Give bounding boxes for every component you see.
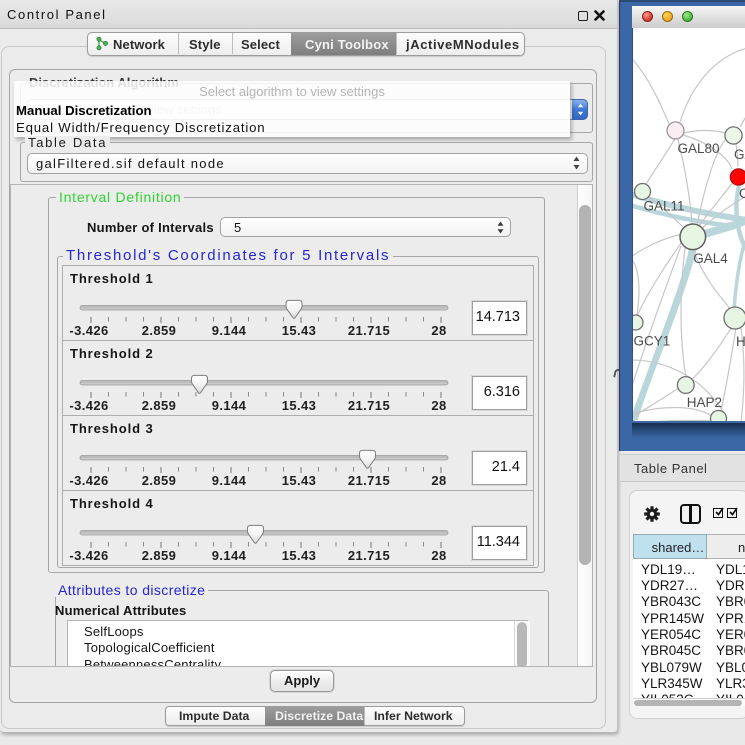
svg-text:GAL80: GAL80 bbox=[678, 141, 720, 156]
svg-text:21.715: 21.715 bbox=[348, 323, 390, 338]
svg-text:28: 28 bbox=[431, 473, 446, 488]
svg-text:2.859: 2.859 bbox=[142, 323, 177, 338]
svg-text:9.144: 9.144 bbox=[212, 323, 247, 338]
svg-text:9.144: 9.144 bbox=[212, 398, 247, 413]
svg-text:21.715: 21.715 bbox=[348, 473, 390, 488]
svg-text:2.859: 2.859 bbox=[142, 548, 177, 563]
svg-text:15.43: 15.43 bbox=[282, 398, 317, 413]
svg-text:28: 28 bbox=[431, 548, 446, 563]
svg-text:-3.426: -3.426 bbox=[69, 548, 108, 563]
svg-text:GA: GA bbox=[734, 147, 745, 162]
svg-text:15.43: 15.43 bbox=[282, 473, 317, 488]
svg-text:2.859: 2.859 bbox=[142, 473, 177, 488]
svg-text:9.144: 9.144 bbox=[212, 473, 247, 488]
svg-text:21.715: 21.715 bbox=[348, 398, 390, 413]
svg-text:2.859: 2.859 bbox=[142, 398, 177, 413]
svg-text:28: 28 bbox=[431, 323, 446, 338]
svg-text:GCY1: GCY1 bbox=[634, 333, 671, 348]
svg-text:-3.426: -3.426 bbox=[69, 398, 108, 413]
svg-text:-3.426: -3.426 bbox=[69, 473, 108, 488]
svg-text:15.43: 15.43 bbox=[282, 323, 317, 338]
svg-text:-3.426: -3.426 bbox=[69, 323, 108, 338]
svg-text:21.715: 21.715 bbox=[348, 548, 390, 563]
svg-text:15.43: 15.43 bbox=[282, 548, 317, 563]
svg-text:28: 28 bbox=[431, 398, 446, 413]
svg-text:C: C bbox=[739, 186, 745, 201]
svg-text:H: H bbox=[736, 334, 745, 349]
svg-text:9.144: 9.144 bbox=[212, 548, 247, 563]
svg-text:GAL4: GAL4 bbox=[693, 251, 728, 266]
svg-text:GAL11: GAL11 bbox=[644, 198, 685, 213]
svg-text:HAP2: HAP2 bbox=[687, 395, 722, 410]
